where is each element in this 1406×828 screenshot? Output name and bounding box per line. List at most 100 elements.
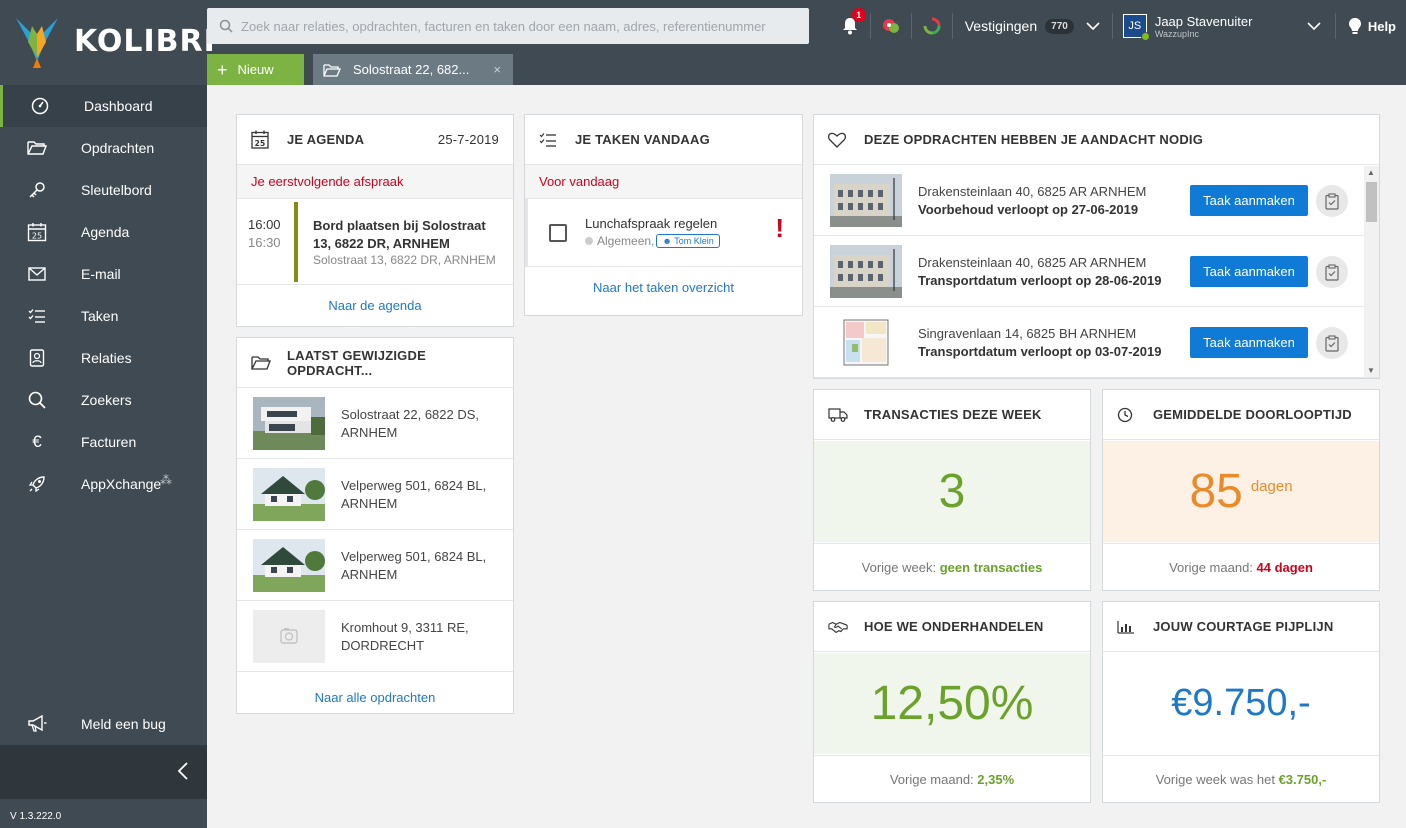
top-bar: KOLIBRI 1 bbox=[0, 0, 1406, 85]
attention-scrollbar[interactable]: ▲ ▼ bbox=[1364, 166, 1379, 377]
tasks-card: Je taken vandaag Voor vandaag Lunchafspr… bbox=[524, 114, 803, 316]
kpi-pipeline-footer: Vorige week was het €3.750,- bbox=[1103, 755, 1379, 802]
attention-card-header: Deze opdrachten hebben je aandacht nodig bbox=[814, 115, 1379, 165]
recent-item[interactable]: Solostraat 22, 6822 DS, ARNHEM bbox=[237, 388, 513, 459]
close-tab-icon[interactable]: × bbox=[493, 62, 501, 77]
kolibri-logo[interactable]: KOLIBRI bbox=[12, 14, 215, 70]
kpi-transactions-card: Transacties deze week 3 Vorige week: gee… bbox=[813, 389, 1091, 591]
plus-icon: + bbox=[217, 59, 228, 80]
scroll-down-icon[interactable]: ▼ bbox=[1367, 366, 1375, 375]
sync-button[interactable] bbox=[912, 0, 952, 52]
create-task-button[interactable]: Taak aanmaken bbox=[1190, 327, 1308, 358]
attention-item-address: Drakensteinlaan 40, 6825 AR ARNHEM bbox=[918, 184, 1147, 199]
open-tab[interactable]: Solostraat 22, 682... × bbox=[313, 54, 513, 85]
user-info: Jaap Stavenuiter WazzupInc bbox=[1155, 14, 1253, 39]
agenda-link[interactable]: Naar de agenda bbox=[237, 285, 513, 325]
kpi-negotiation-header: Hoe we onderhandelen bbox=[814, 602, 1090, 652]
sidebar-item-label: AppXchange bbox=[81, 476, 162, 492]
priority-icon: ! bbox=[775, 213, 784, 243]
sidebar-item-label: Agenda bbox=[81, 224, 130, 240]
collapse-sidebar-button[interactable] bbox=[0, 745, 207, 799]
help-button[interactable]: Help bbox=[1336, 17, 1406, 35]
tasks-link[interactable]: Naar het taken overzicht bbox=[525, 267, 802, 307]
search-input[interactable] bbox=[241, 18, 801, 34]
task-item[interactable]: Lunchafspraak regelen Algemeen, ☻ Tom Kl… bbox=[525, 199, 802, 267]
recent-item[interactable]: Velperweg 501, 6824 BL, ARNHEM bbox=[237, 459, 513, 530]
attention-item[interactable]: Drakensteinlaan 40, 6825 AR ARNHEM Voorb… bbox=[814, 165, 1379, 236]
clipboard-check-icon[interactable] bbox=[1316, 256, 1348, 288]
create-task-button[interactable]: Taak aanmaken bbox=[1190, 256, 1308, 287]
truck-icon bbox=[828, 407, 848, 422]
user-menu[interactable]: JS Jaap Stavenuiter WazzupInc bbox=[1113, 0, 1335, 52]
sidebar-item-opdrachten[interactable]: Opdrachten bbox=[0, 127, 207, 169]
user-icon: ☻ bbox=[662, 236, 675, 246]
new-button[interactable]: + Nieuw bbox=[207, 54, 304, 85]
report-bug-button[interactable]: Meld een bug bbox=[0, 703, 207, 745]
help-label: Help bbox=[1367, 18, 1396, 34]
task-title: Lunchafspraak regelen bbox=[585, 216, 718, 231]
app-version: V 1.3.222.0 bbox=[0, 799, 207, 828]
kpi-negotiation-body: 12,50% bbox=[814, 653, 1090, 754]
handshake-icon bbox=[828, 620, 848, 634]
folder-icon bbox=[26, 137, 48, 159]
notifications-button[interactable]: 1 bbox=[830, 0, 870, 52]
kpi-foot-label: Vorige maand: bbox=[889, 771, 974, 787]
task-checkbox[interactable] bbox=[549, 224, 567, 242]
scroll-up-icon[interactable]: ▲ bbox=[1367, 168, 1375, 177]
mail-icon bbox=[26, 263, 48, 285]
sidebar-item-label: Sleutelbord bbox=[81, 182, 152, 198]
appointment-address: Solostraat 13, 6822 DR, ARNHEM bbox=[313, 253, 496, 267]
kpi-negotiation-title: Hoe we onderhandelen bbox=[864, 619, 1044, 634]
agenda-card-header: 25 Je agenda 25-7-2019 bbox=[237, 115, 513, 165]
chevron-left-icon bbox=[177, 762, 188, 780]
sidebar-item-label: Dashboard bbox=[84, 98, 153, 114]
attention-item[interactable]: Singravenlaan 14, 6825 BH ARNHEM Transpo… bbox=[814, 307, 1379, 378]
sidebar-item-taken[interactable]: Taken bbox=[0, 295, 207, 337]
sidebar-item-appxchange[interactable]: AppXchange ⁂ bbox=[0, 463, 207, 505]
vestigingen-selector[interactable]: Vestigingen 770 bbox=[953, 0, 1112, 52]
kpi-transactions-footer: Vorige week: geen transacties bbox=[814, 543, 1090, 590]
kpi-pipeline-header: Jouw courtage pijplijn bbox=[1103, 602, 1379, 652]
assignee-name: Tom Klein bbox=[674, 236, 714, 246]
clipboard-check-icon[interactable] bbox=[1316, 185, 1348, 217]
folder-open-icon bbox=[251, 355, 271, 371]
kpi-pipeline-card: Jouw courtage pijplijn €9.750,- Vorige w… bbox=[1102, 601, 1380, 803]
scrollbar-thumb[interactable] bbox=[1366, 182, 1377, 222]
kolibri-bird-icon bbox=[16, 18, 58, 68]
sidebar-item-relaties[interactable]: Relaties bbox=[0, 337, 207, 379]
sidebar-item-sleutelbord[interactable]: Sleutelbord bbox=[0, 169, 207, 211]
kpi-foot-label: Vorige maand: bbox=[1169, 559, 1253, 575]
sync-icon bbox=[923, 17, 941, 35]
recent-item[interactable]: Kromhout 9, 3311 RE, DORDRECHT bbox=[237, 601, 513, 672]
appointment-item[interactable]: 16:00 16:30 Bord plaatsen bij Solostraat… bbox=[237, 199, 513, 285]
attention-item-note: Voorbehoud verloopt op 27-06-2019 bbox=[918, 202, 1139, 217]
property-photo-villa bbox=[830, 174, 902, 227]
online-status-dot bbox=[1140, 32, 1150, 41]
sidebar-item-facturen[interactable]: € Facturen bbox=[0, 421, 207, 463]
recent-item[interactable]: Velperweg 501, 6824 BL, ARNHEM bbox=[237, 530, 513, 601]
recent-title: Laatst gewijzigde opdracht... bbox=[287, 347, 426, 378]
sidebar-item-dashboard[interactable]: Dashboard bbox=[0, 85, 207, 127]
sidebar-item-label: Opdrachten bbox=[81, 140, 155, 156]
sidebar-item-label: Zoekers bbox=[81, 392, 132, 408]
sidebar-item-label: E-mail bbox=[81, 266, 121, 282]
global-search[interactable] bbox=[207, 8, 809, 44]
sidebar: Dashboard Opdrachten Sleutelbord 25 Agen… bbox=[0, 85, 207, 828]
open-tab-label: Solostraat 22, 682... bbox=[353, 62, 470, 77]
megaphone-icon bbox=[26, 713, 48, 735]
create-task-button[interactable]: Taak aanmaken bbox=[1190, 185, 1308, 216]
sidebar-item-email[interactable]: E-mail bbox=[0, 253, 207, 295]
attention-item[interactable]: Drakensteinlaan 40, 6825 AR ARNHEM Trans… bbox=[814, 236, 1379, 307]
feed-button[interactable] bbox=[871, 0, 911, 52]
kpi-negotiation-value: 12,50% bbox=[870, 677, 1034, 730]
sidebar-item-agenda[interactable]: 25 Agenda bbox=[0, 211, 207, 253]
calendar-icon: 25 bbox=[26, 221, 48, 243]
task-meta: Algemeen, ☻ Tom Klein bbox=[585, 234, 720, 248]
no-photo-placeholder-icon bbox=[253, 610, 325, 663]
heart-icon bbox=[828, 132, 848, 148]
assignee-chip[interactable]: ☻ Tom Klein bbox=[656, 234, 720, 248]
sidebar-item-zoekers[interactable]: Zoekers bbox=[0, 379, 207, 421]
task-category: Algemeen, bbox=[597, 234, 655, 248]
clipboard-check-icon[interactable] bbox=[1316, 327, 1348, 359]
all-assignments-link[interactable]: Naar alle opdrachten bbox=[237, 672, 513, 722]
